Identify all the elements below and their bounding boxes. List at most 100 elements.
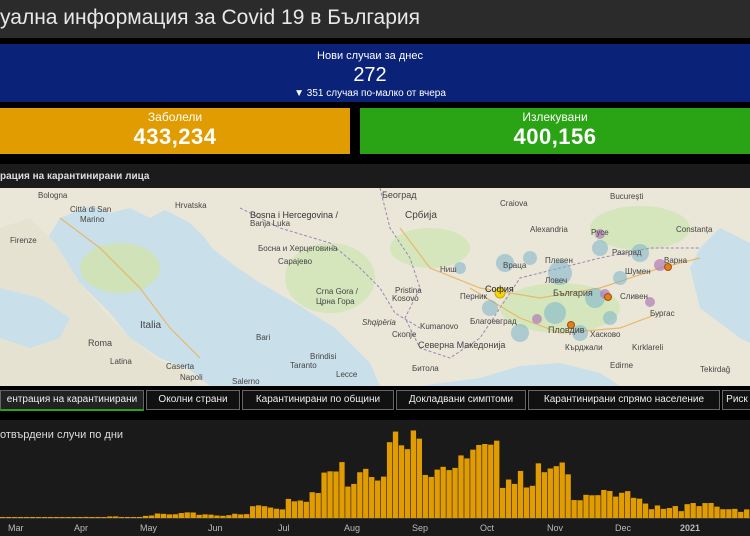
chart-bar — [285, 498, 292, 518]
x-tick-label: Oct — [480, 523, 495, 533]
chart-bar — [511, 483, 518, 518]
map-label: Edirne — [610, 361, 634, 370]
chart-bar — [130, 517, 137, 518]
chart-bar — [77, 517, 83, 518]
chart-bar — [71, 517, 77, 518]
map-label: Пловдив — [548, 325, 585, 335]
map-label: Ловеч — [545, 276, 567, 285]
chart-bar — [416, 438, 423, 518]
chart-bar — [595, 495, 601, 518]
chart-bar — [136, 516, 143, 518]
map-label: Crna Gora / — [316, 287, 359, 296]
chart-bar — [220, 515, 226, 518]
map-label: Благоевград — [470, 317, 517, 326]
chart-bar — [440, 466, 446, 518]
chart-bar — [333, 471, 339, 518]
tab-quarantine-concentration[interactable]: ентрация на карантинирани — [0, 390, 144, 411]
chart-bar — [625, 491, 631, 518]
chart-bar — [482, 443, 488, 518]
chart-bar — [458, 455, 464, 518]
chart-bar — [601, 489, 607, 518]
chart-bar — [446, 470, 452, 518]
tab-quarantined-vs-population[interactable]: Карантинирани спрямо население — [528, 390, 720, 410]
chart-bar — [101, 517, 107, 518]
chart-bar — [488, 444, 494, 518]
chart-bar — [196, 514, 202, 518]
chart-bar — [202, 514, 208, 518]
chart-bar — [142, 515, 149, 518]
map-label: Latina — [110, 357, 132, 366]
map-title: рация на карантинирани лица — [0, 171, 150, 182]
chart-bar — [267, 507, 274, 518]
map-label: София — [485, 284, 514, 294]
x-tick-label: May — [140, 523, 158, 533]
map-label: Русе — [591, 228, 609, 237]
chart-bar — [660, 508, 667, 518]
map-label: Salerno — [232, 377, 260, 386]
chart-bar — [255, 505, 262, 518]
map-label: Bari — [256, 333, 270, 342]
chart-bar — [273, 508, 280, 518]
tab-risk[interactable]: Риск — [722, 390, 750, 410]
chart-bar — [452, 467, 458, 518]
chart-bar — [375, 480, 381, 518]
chart-bar — [690, 503, 696, 518]
chart-bar — [476, 444, 482, 518]
chart-bar — [17, 517, 24, 518]
chart-bar — [327, 471, 333, 518]
chart-bar — [357, 472, 363, 518]
map-label: Napoli — [180, 373, 203, 382]
map-label: Alexandria — [530, 225, 568, 234]
page-title: уална информация за Covid 19 в България — [0, 6, 421, 29]
map-label: Сарајево — [278, 257, 313, 266]
chart-bar — [238, 514, 244, 518]
map-label: Firenze — [10, 236, 37, 245]
chart-bar — [291, 501, 298, 518]
chart-bar — [297, 500, 303, 518]
sick-panel: Заболели 433,234 — [0, 108, 350, 154]
chart-bar — [113, 516, 119, 518]
recovered-label: Излекувани — [522, 110, 588, 124]
chart-bar — [744, 509, 750, 518]
chart-bar — [654, 505, 661, 518]
map-label: Marino — [80, 215, 105, 224]
new-cases-label: Нови случаи за днес — [317, 50, 423, 62]
map-label: Taranto — [290, 361, 317, 370]
sick-value: 433,234 — [133, 124, 217, 149]
chart-bar — [369, 477, 375, 518]
tab-quarantined-by-municipality[interactable]: Карантинирани по общини — [242, 390, 394, 410]
recovered-panel: Излекувани 400,156 — [360, 108, 750, 154]
chart-bar — [428, 476, 434, 518]
map-label: București — [610, 192, 644, 201]
new-cases-value: 272 — [353, 64, 387, 86]
map-canvas[interactable]: Bologna Città di San Marino Firenze Hrva… — [0, 188, 750, 386]
map-label: България — [553, 288, 593, 298]
daily-cases-chart-panel: отвърдени случи по дни Mar Apr May Jun Jul Au… — [0, 420, 750, 536]
chart-bar — [315, 493, 321, 518]
map-label: Constanța — [676, 225, 713, 234]
chart-bar — [363, 468, 369, 518]
chart-bar — [470, 449, 476, 518]
map-label: Шумен — [625, 267, 651, 276]
x-tick-label: Jun — [208, 523, 223, 533]
chart-bar — [148, 515, 155, 518]
chart-bar — [392, 431, 399, 518]
chart-bar — [732, 508, 738, 518]
chart-bar — [65, 517, 71, 518]
chart-bar — [208, 514, 214, 518]
map-label: Хасково — [590, 330, 621, 339]
chart-bar — [23, 517, 30, 518]
chart-bar — [571, 500, 577, 518]
map-label: Brindisi — [310, 352, 336, 361]
chart-bar — [636, 498, 643, 518]
map-label: Bosna i Hercegovina / — [250, 210, 339, 220]
chart-bar — [517, 470, 524, 518]
tab-reported-symptoms[interactable]: Докладвани симптоми — [396, 390, 526, 410]
map-label: Кърджали — [565, 343, 603, 352]
chart-bar — [386, 442, 393, 518]
map-label: Црна Гора — [316, 297, 355, 306]
chart-bar — [642, 503, 649, 518]
chart-bar — [119, 517, 125, 518]
tab-neighbor-countries[interactable]: Околни страни — [146, 390, 240, 410]
quarantine-map[interactable]: Bologna Città di San Marino Firenze Hrva… — [0, 188, 750, 386]
